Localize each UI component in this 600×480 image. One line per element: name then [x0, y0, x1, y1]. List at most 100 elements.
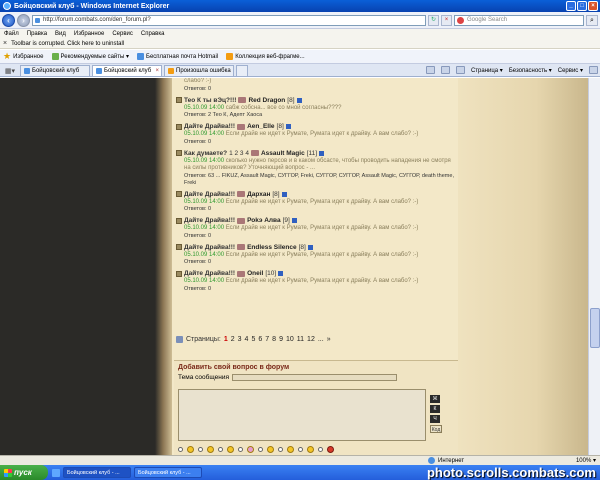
minimize-button[interactable]: _: [566, 1, 576, 11]
smiley-icon[interactable]: [227, 446, 234, 453]
page-link[interactable]: 6: [258, 336, 262, 343]
url-input[interactable]: http://forum.combats.com/den_forum.pl?: [32, 14, 426, 26]
start-button[interactable]: пуск: [0, 465, 48, 480]
notification-text[interactable]: Toolbar is corrupted. Click here to unin…: [11, 41, 124, 47]
tab-close-icon[interactable]: ×: [155, 68, 159, 74]
topic-title-link[interactable]: Тео К ты вЭц?!!!: [184, 96, 236, 105]
topic-author[interactable]: Endless Silence: [247, 243, 297, 252]
vertical-scrollbar[interactable]: [588, 78, 600, 455]
topic-title-link[interactable]: Дайте Драйва!!!: [184, 269, 235, 278]
bold-button[interactable]: Ж: [430, 395, 440, 403]
topic-title-link[interactable]: Дайте Драйва!!!: [184, 190, 235, 199]
topic-author[interactable]: Red Dragon: [248, 96, 285, 105]
smiley-radio[interactable]: [278, 447, 283, 452]
topic-author[interactable]: Assault Magic: [261, 149, 305, 158]
smiley-icon[interactable]: [247, 446, 254, 453]
tab-error[interactable]: Произошла ошибка: [164, 65, 234, 76]
smiley-icon[interactable]: [267, 446, 274, 453]
feeds-icon[interactable]: [440, 66, 450, 74]
fav-link-webslice[interactable]: Коллекция веб-фрагме...: [226, 53, 305, 60]
menu-tools[interactable]: Сервис: [112, 31, 133, 37]
topic-title-link[interactable]: Как думаете?: [184, 149, 227, 158]
menu-help[interactable]: Справка: [141, 31, 165, 37]
info-icon[interactable]: [307, 244, 313, 250]
info-icon[interactable]: [291, 218, 297, 223]
message-textarea[interactable]: [178, 389, 426, 441]
page-link[interactable]: 11: [297, 336, 304, 343]
back-button[interactable]: ‹: [2, 13, 15, 27]
page-link[interactable]: 7: [265, 336, 269, 343]
smiley-radio[interactable]: [258, 447, 263, 452]
stop-icon[interactable]: ×: [441, 14, 452, 26]
code-button[interactable]: Код: [430, 425, 442, 433]
page-link[interactable]: 3: [238, 336, 242, 343]
page-link[interactable]: 12: [307, 336, 315, 343]
info-icon[interactable]: [319, 150, 325, 156]
smiley-radio[interactable]: [178, 447, 183, 452]
new-tab-button[interactable]: [236, 65, 248, 76]
underline-button[interactable]: Ч: [430, 415, 440, 423]
subject-input[interactable]: [232, 374, 398, 381]
favorites-button[interactable]: ★ Избранное: [3, 51, 44, 62]
home-icon[interactable]: [425, 66, 435, 74]
search-icon[interactable]: ⌕: [586, 14, 598, 26]
tools-menu[interactable]: Сервис ▾: [558, 67, 583, 74]
safety-menu[interactable]: Безопасность ▾: [509, 67, 552, 74]
fav-link-hotmail[interactable]: Бесплатная почта Hotmail: [137, 53, 218, 60]
smiley-icon[interactable]: [307, 446, 314, 453]
topic-author[interactable]: Oneil: [247, 269, 263, 278]
info-icon[interactable]: [281, 191, 287, 197]
quicklaunch-ie-icon[interactable]: [52, 468, 60, 477]
page-link[interactable]: 9: [279, 336, 283, 343]
page-link[interactable]: 10: [286, 336, 294, 343]
taskbar-window-button[interactable]: Бойцовский клуб - ...: [63, 467, 131, 478]
maximize-button[interactable]: □: [577, 1, 587, 11]
smiley-radio[interactable]: [218, 447, 223, 452]
search-input[interactable]: Google Search: [454, 14, 584, 26]
close-button[interactable]: ×: [588, 1, 598, 11]
topic-icon: [176, 191, 182, 197]
topic-author[interactable]: Дархан: [247, 190, 270, 199]
menu-view[interactable]: Вид: [55, 31, 66, 37]
smiley-radio[interactable]: [238, 447, 243, 452]
info-icon[interactable]: [296, 97, 302, 103]
zoom-level[interactable]: 100% ▾: [576, 457, 596, 464]
scrollbar-thumb[interactable]: [590, 308, 600, 348]
menu-favorites[interactable]: Избранное: [74, 31, 104, 37]
help-icon[interactable]: [589, 66, 598, 74]
close-notification-icon[interactable]: ×: [3, 40, 7, 47]
quick-tabs-icon[interactable]: ▦▾: [2, 65, 18, 76]
smiley-radio[interactable]: [198, 447, 203, 452]
tab-fightclub-2[interactable]: Бойцовский клуб ×: [92, 65, 162, 76]
italic-button[interactable]: К: [430, 405, 440, 413]
page-menu[interactable]: Страница ▾: [471, 67, 503, 74]
smiley-icon[interactable]: [207, 446, 214, 453]
page-link[interactable]: 2: [231, 336, 235, 343]
topic-title-link[interactable]: Дайте Драйва!!!: [184, 122, 235, 131]
page-link[interactable]: 5: [251, 336, 255, 343]
notification-bar[interactable]: × Toolbar is corrupted. Click here to un…: [0, 39, 600, 49]
fav-link-suggested[interactable]: Рекомендуемые сайты ▾: [51, 53, 129, 60]
menu-file[interactable]: Файл: [4, 31, 19, 37]
taskbar-window-button[interactable]: Бойцовский клуб - ...: [134, 467, 202, 478]
topic-title-link[interactable]: Дайте Драйва!!!: [184, 216, 235, 225]
topic-page-links[interactable]: 1 2 3 4: [229, 149, 249, 158]
page-link[interactable]: 4: [245, 336, 249, 343]
smiley-icon[interactable]: [187, 446, 194, 453]
print-icon[interactable]: [455, 66, 465, 74]
smiley-icon[interactable]: [327, 446, 334, 453]
menu-edit[interactable]: Правка: [27, 31, 47, 37]
topic-author[interactable]: Роkэ Алва: [247, 216, 281, 225]
refresh-icon[interactable]: ↻: [428, 14, 439, 26]
tab-fightclub-1[interactable]: Бойцовский клуб: [20, 65, 90, 76]
info-icon[interactable]: [285, 124, 291, 129]
smiley-radio[interactable]: [298, 447, 303, 452]
topic-author[interactable]: Aen_Elle: [247, 122, 274, 131]
page-link[interactable]: 8: [272, 336, 276, 343]
topic-title-link[interactable]: Дайте Драйва!!!: [184, 243, 235, 252]
info-icon[interactable]: [278, 271, 284, 276]
smiley-icon[interactable]: [287, 446, 294, 453]
next-pages-link[interactable]: »: [327, 336, 331, 343]
smiley-radio[interactable]: [318, 447, 323, 452]
forward-button[interactable]: ›: [17, 13, 30, 27]
